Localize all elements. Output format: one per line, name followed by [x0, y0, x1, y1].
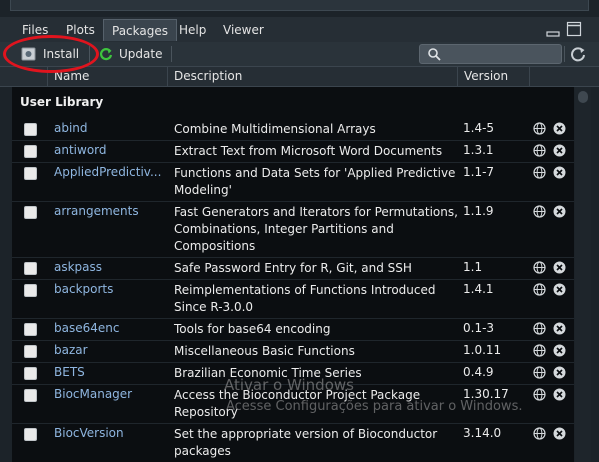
package-description: Set the appropriate version of Bioconduc…	[174, 427, 438, 458]
globe-icon[interactable]	[533, 366, 546, 379]
remove-package-icon[interactable]	[553, 427, 566, 440]
column-header-version[interactable]: Version	[457, 67, 529, 86]
table-row: bazar Miscellaneous Basic Functions 1.0.11	[12, 340, 574, 363]
remove-package-icon[interactable]	[553, 283, 566, 296]
package-load-checkbox[interactable]	[24, 262, 37, 275]
pane-tab-bar: Files Plots Packages Help Viewer	[0, 17, 599, 43]
globe-icon[interactable]	[533, 166, 546, 179]
table-header: Name Description Version	[0, 67, 599, 87]
package-description: Tools for base64 encoding	[174, 322, 331, 336]
package-version: 1.4-5	[463, 121, 495, 135]
package-name-link[interactable]: arrangements	[54, 204, 166, 218]
vertical-scrollbar[interactable]	[575, 87, 591, 462]
package-name-link[interactable]: BiocManager	[54, 387, 166, 401]
remove-package-icon[interactable]	[553, 166, 566, 179]
package-load-checkbox[interactable]	[24, 389, 37, 402]
package-version: 1.3.1	[463, 143, 494, 157]
package-name-link[interactable]: AppliedPredictiv...	[54, 165, 166, 179]
package-load-checkbox[interactable]	[24, 323, 37, 336]
package-description: Reimplementations of Functions Introduce…	[174, 283, 436, 314]
tab-packages[interactable]: Packages	[103, 19, 177, 41]
package-description: Safe Password Entry for R, Git, and SSH	[174, 261, 412, 275]
section-user-library: User Library	[20, 95, 104, 109]
table-row: arrangements Fast Generators and Iterator…	[12, 201, 574, 258]
table-row: BiocVersion Set the appropriate version o…	[12, 423, 574, 462]
package-name-link[interactable]: askpass	[54, 260, 166, 274]
package-load-checkbox[interactable]	[24, 284, 37, 297]
remove-package-icon[interactable]	[553, 261, 566, 274]
toolbar-divider	[171, 46, 172, 62]
package-description: Fast Generators and Iterators for Permut…	[174, 205, 458, 253]
package-version: 1.1.9	[463, 204, 494, 218]
minimize-icon[interactable]	[546, 27, 560, 37]
package-load-checkbox[interactable]	[24, 206, 37, 219]
scrollbar-thumb[interactable]	[578, 91, 588, 103]
toolbar-divider	[564, 46, 565, 62]
remove-package-icon[interactable]	[553, 144, 566, 157]
update-icon	[99, 48, 113, 61]
package-version: 1.1	[463, 260, 483, 274]
table-row: base64enc Tools for base64 encoding 0.1-3	[12, 318, 574, 341]
tab-help[interactable]: Help	[171, 19, 214, 41]
package-load-checkbox[interactable]	[24, 428, 37, 441]
package-version: 1.0.11	[463, 343, 502, 357]
upper-pane-edge	[0, 0, 599, 17]
update-label: Update	[119, 47, 163, 61]
globe-icon[interactable]	[533, 205, 546, 218]
table-row: AppliedPredictiv... Functions and Data Se…	[12, 162, 574, 202]
package-version: 0.4.9	[463, 365, 494, 379]
refresh-icon[interactable]	[570, 46, 586, 62]
remove-package-icon[interactable]	[553, 344, 566, 357]
globe-icon[interactable]	[533, 388, 546, 401]
package-description: Extract Text from Microsoft Word Documen…	[174, 144, 443, 158]
remove-package-icon[interactable]	[553, 366, 566, 379]
search-icon	[428, 48, 441, 61]
globe-icon[interactable]	[533, 322, 546, 335]
package-name-link[interactable]: bazar	[54, 343, 166, 357]
globe-icon[interactable]	[533, 122, 546, 135]
package-load-checkbox[interactable]	[24, 145, 37, 158]
remove-package-icon[interactable]	[553, 322, 566, 335]
table-row: askpass Safe Password Entry for R, Git, a…	[12, 257, 574, 280]
package-version: 0.1-3	[463, 321, 495, 335]
remove-package-icon[interactable]	[553, 122, 566, 135]
package-version: 1.4.1	[463, 282, 494, 296]
maximize-icon[interactable]	[566, 21, 582, 37]
package-version: 1.1-7	[463, 165, 495, 179]
package-name-link[interactable]: base64enc	[54, 321, 166, 335]
column-header-description[interactable]: Description	[167, 67, 457, 86]
package-name-link[interactable]: antiword	[54, 143, 166, 157]
search-input[interactable]	[419, 44, 562, 64]
package-description: Combine Multidimensional Arrays	[174, 122, 376, 136]
globe-icon[interactable]	[533, 261, 546, 274]
remove-package-icon[interactable]	[553, 388, 566, 401]
globe-icon[interactable]	[533, 344, 546, 357]
table-row: antiword Extract Text from Microsoft Word…	[12, 140, 574, 163]
package-load-checkbox[interactable]	[24, 345, 37, 358]
table-row: backports Reimplementations of Functions …	[12, 279, 574, 319]
windows-activation-title: Ativar o Windows	[224, 376, 354, 394]
package-name-link[interactable]: BETS	[54, 365, 166, 379]
globe-icon[interactable]	[533, 427, 546, 440]
package-version: 3.14.0	[463, 426, 502, 440]
column-header-blank	[529, 67, 552, 86]
remove-package-icon[interactable]	[553, 205, 566, 218]
package-name-link[interactable]: BiocVersion	[54, 426, 166, 440]
package-load-checkbox[interactable]	[24, 367, 37, 380]
globe-icon[interactable]	[533, 283, 546, 296]
package-description: Functions and Data Sets for 'Applied Pre…	[174, 166, 456, 197]
globe-icon[interactable]	[533, 144, 546, 157]
table-row: abind Combine Multidimensional Arrays 1.4-…	[12, 118, 574, 141]
package-name-link[interactable]: backports	[54, 282, 166, 296]
package-load-checkbox[interactable]	[24, 123, 37, 136]
package-load-checkbox[interactable]	[24, 167, 37, 180]
package-description: Miscellaneous Basic Functions	[174, 344, 355, 358]
tab-viewer[interactable]: Viewer	[215, 19, 272, 41]
highlight-annotation-circle	[3, 35, 99, 73]
windows-activation-message: Acesse Configurações para ativar o Windo…	[226, 399, 523, 414]
package-name-link[interactable]: abind	[54, 121, 166, 135]
